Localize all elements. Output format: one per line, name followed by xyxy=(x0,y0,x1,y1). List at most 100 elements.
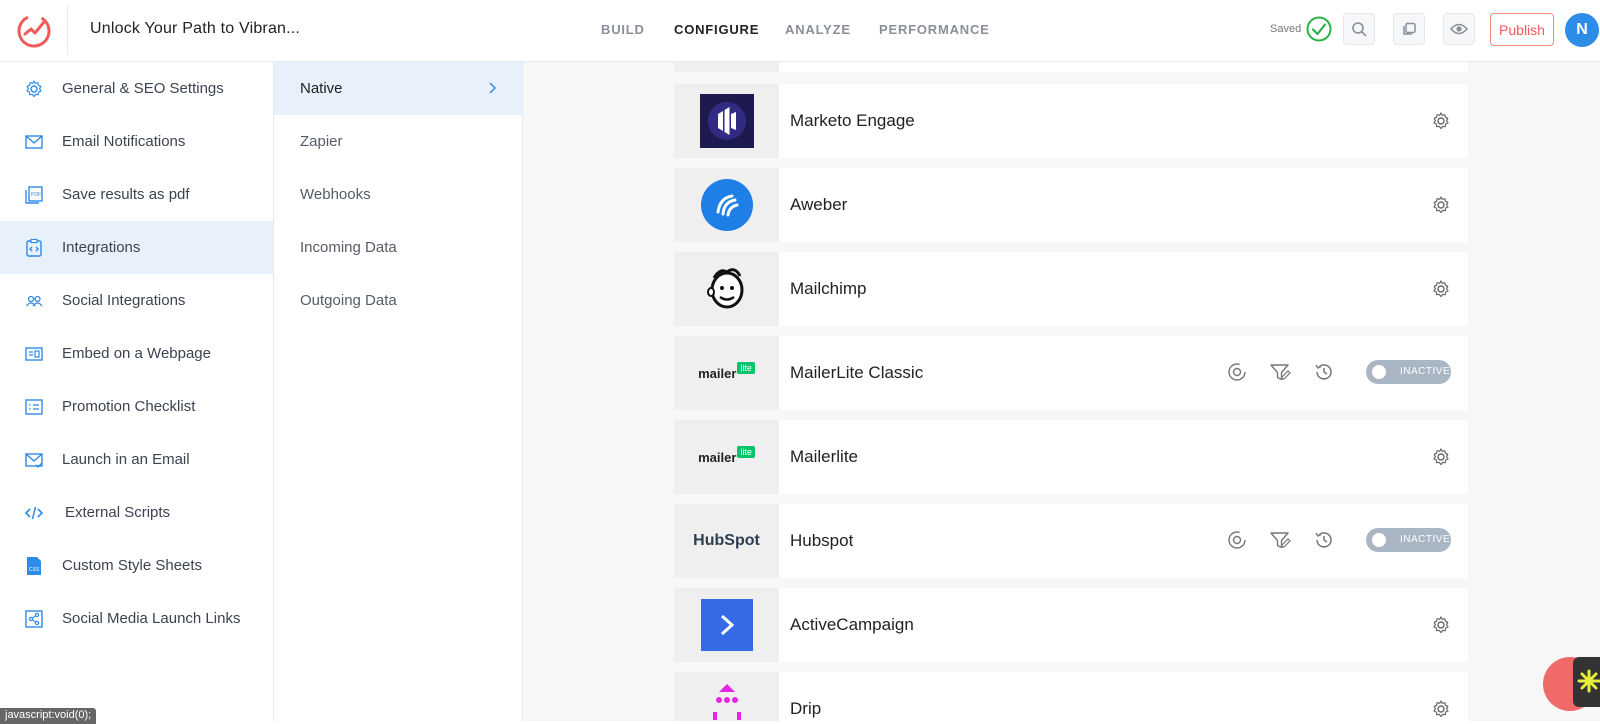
marketo-logo-icon xyxy=(699,94,754,148)
tab-build[interactable]: BUILD xyxy=(601,22,645,37)
submenu-item-label: Native xyxy=(300,80,343,97)
logo-divider xyxy=(67,6,68,55)
sidebar-item-save-pdf[interactable]: PDF Save results as pdf xyxy=(0,168,273,221)
integration-name: ActiveCampaign xyxy=(790,615,914,634)
history-icon[interactable] xyxy=(1313,529,1335,551)
submenu-item-zapier[interactable]: Zapier xyxy=(274,115,522,168)
publish-button[interactable]: Publish xyxy=(1490,13,1554,46)
sidebar-item-label: Embed on a Webpage xyxy=(62,345,211,362)
sidebar-item-label: Custom Style Sheets xyxy=(62,557,203,574)
integration-card-mailerlite: mailer lite Mailerlite xyxy=(674,420,1468,494)
envelope-icon xyxy=(25,135,43,149)
sidebar-item-general-seo[interactable]: General & SEO Settings xyxy=(0,62,273,115)
integrations-icon xyxy=(26,238,42,257)
saved-check-icon xyxy=(1306,16,1332,42)
saved-label: Saved xyxy=(1270,23,1302,35)
integration-card xyxy=(674,62,1468,72)
toggle-knob xyxy=(1372,365,1386,379)
sidebar-item-label: Launch in an Email xyxy=(62,451,190,468)
embed-icon xyxy=(25,347,43,361)
sync-icon[interactable] xyxy=(1226,529,1248,551)
submenu-item-label: Incoming Data xyxy=(300,239,397,256)
submenu-item-outgoing-data[interactable]: Outgoing Data xyxy=(274,274,522,327)
sidebar-item-launch-email[interactable]: Launch in an Email xyxy=(0,433,273,486)
submenu-item-incoming-data[interactable]: Incoming Data xyxy=(274,221,522,274)
duplicate-icon xyxy=(1403,22,1416,35)
integrations-list: Marketo Engage Aweber Mailchimp mailer l… xyxy=(523,62,1600,721)
users-icon xyxy=(25,295,43,307)
email-launch-icon xyxy=(25,453,43,468)
top-bar: Unlock Your Path to Vibran... BUILD CONF… xyxy=(0,0,1600,62)
sidebar-item-label: Email Notifications xyxy=(62,133,186,150)
sync-icon[interactable] xyxy=(1226,361,1248,383)
chat-widget-tab[interactable] xyxy=(1573,657,1600,707)
settings-gear-icon[interactable] xyxy=(1431,279,1451,299)
sidebar-item-label: Integrations xyxy=(62,239,141,256)
chevron-right-icon xyxy=(489,82,497,94)
marketo-logo xyxy=(674,84,779,158)
submenu-item-webhooks[interactable]: Webhooks xyxy=(274,168,522,221)
preview-button[interactable] xyxy=(1443,13,1475,45)
mailerlite-logo-text: mailer xyxy=(698,365,737,381)
filter-edit-icon[interactable] xyxy=(1269,529,1291,551)
sidebar-item-external-scripts[interactable]: External Scripts xyxy=(0,486,273,539)
integration-name: Hubspot xyxy=(790,531,854,550)
integration-logo xyxy=(674,62,779,72)
integration-card-drip: Drip xyxy=(674,672,1468,721)
integration-card-activecampaign: ActiveCampaign xyxy=(674,588,1468,662)
integration-name: Mailchimp xyxy=(790,279,867,298)
settings-gear-icon[interactable] xyxy=(1431,447,1451,467)
code-icon xyxy=(24,506,44,520)
submenu-item-label: Outgoing Data xyxy=(300,292,397,309)
eye-icon xyxy=(1450,23,1468,35)
sidebar-item-embed[interactable]: Embed on a Webpage xyxy=(0,327,273,380)
sidebar-item-integrations[interactable]: Integrations xyxy=(0,221,273,274)
share-icon xyxy=(25,610,43,628)
app-logo-icon[interactable] xyxy=(14,10,54,50)
mailerlite-logo-badge: lite xyxy=(737,362,755,374)
integration-card-mailchimp: Mailchimp xyxy=(674,252,1468,326)
sidebar-item-label: Save results as pdf xyxy=(62,186,190,203)
history-icon[interactable] xyxy=(1313,361,1335,383)
toggle-status-label: INACTIVE xyxy=(1400,534,1451,545)
sidebar-item-social-launch-links[interactable]: Social Media Launch Links xyxy=(0,592,273,645)
filter-edit-icon[interactable] xyxy=(1269,361,1291,383)
integrations-submenu: Native Zapier Webhooks Incoming Data Out… xyxy=(274,62,523,721)
tab-analyze[interactable]: ANALYZE xyxy=(785,22,851,37)
tab-performance[interactable]: PERFORMANCE xyxy=(879,22,990,37)
settings-gear-icon[interactable] xyxy=(1431,699,1451,719)
mailchimp-logo-icon xyxy=(706,268,743,309)
sidebar-item-email-notifications[interactable]: Email Notifications xyxy=(0,115,273,168)
submenu-item-native[interactable]: Native xyxy=(274,62,522,115)
mailerlite-logo: mailer lite xyxy=(674,420,779,494)
settings-gear-icon[interactable] xyxy=(1431,195,1451,215)
integration-card-mailerlite-classic: mailer lite MailerLite Classic INACTIVE xyxy=(674,336,1468,410)
sidebar-item-label: Social Integrations xyxy=(62,292,186,309)
status-bar-url: javascript:void(0); xyxy=(0,708,97,724)
integration-name: Mailerlite xyxy=(790,447,859,466)
sidebar-item-label: General & SEO Settings xyxy=(62,80,224,97)
sidebar-item-custom-style-sheets[interactable]: CSS Custom Style Sheets xyxy=(0,539,273,592)
avatar[interactable]: N xyxy=(1565,13,1599,47)
settings-gear-icon[interactable] xyxy=(1431,111,1451,131)
drip-logo-icon xyxy=(712,684,741,720)
integration-name: Drip xyxy=(790,699,822,718)
settings-sidebar: General & SEO Settings Email Notificatio… xyxy=(0,62,274,721)
activecampaign-logo xyxy=(674,588,779,662)
search-button[interactable] xyxy=(1343,13,1375,45)
active-toggle[interactable]: INACTIVE xyxy=(1366,528,1451,552)
integration-name: MailerLite Classic xyxy=(790,363,924,382)
duplicate-button[interactable] xyxy=(1393,13,1425,45)
sidebar-item-label: Social Media Launch Links xyxy=(62,610,241,627)
tab-configure[interactable]: CONFIGURE xyxy=(674,22,759,37)
integration-card-aweber: Aweber xyxy=(674,168,1468,242)
sidebar-item-social-integrations[interactable]: Social Integrations xyxy=(0,274,273,327)
integration-card-hubspot: HubSpot Hubspot INACTIVE xyxy=(674,504,1468,578)
sidebar-item-label: External Scripts xyxy=(65,504,171,521)
aweber-logo-icon xyxy=(700,179,753,231)
active-toggle[interactable]: INACTIVE xyxy=(1366,360,1451,384)
aweber-logo xyxy=(674,168,779,242)
activecampaign-logo-icon xyxy=(700,599,753,651)
sidebar-item-promotion-checklist[interactable]: Promotion Checklist xyxy=(0,380,273,433)
settings-gear-icon[interactable] xyxy=(1431,615,1451,635)
